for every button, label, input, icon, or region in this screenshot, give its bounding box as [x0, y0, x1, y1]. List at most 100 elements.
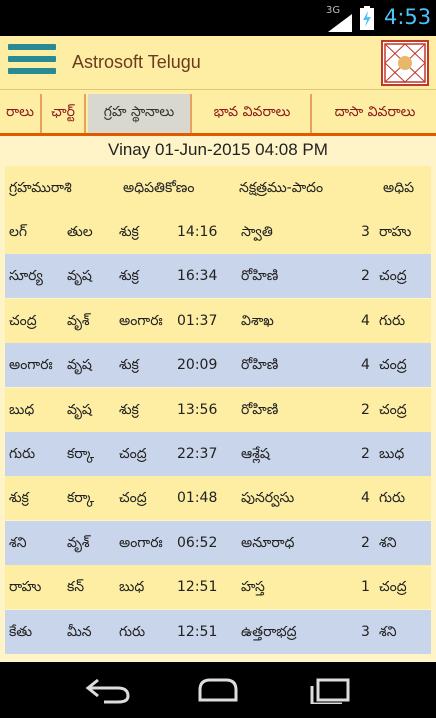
- table-cell: బుధ: [379, 446, 405, 462]
- table-row: అంగారః వృష శుక్ర 20:09 రోహిణి 4 చంద్ర: [5, 343, 431, 387]
- table-cell: ఉత్తరాభద్ర: [241, 624, 297, 640]
- table-cell: అంగారః: [9, 357, 53, 373]
- table-cell: అంగారః: [119, 535, 163, 551]
- home-icon[interactable]: [192, 676, 244, 704]
- recent-apps-icon[interactable]: [306, 676, 354, 704]
- table-cell: శుక్ర: [119, 224, 139, 240]
- tab-bar: రాలు ఛార్ట్ గ్రహ స్థానాలు భావ వివరాలు దా…: [0, 90, 436, 136]
- status-bar: 3G 4:53: [0, 0, 436, 36]
- table-cell: గురు: [119, 624, 146, 640]
- table-cell: 16:34: [177, 268, 218, 284]
- table-cell: వృశ్: [67, 313, 90, 329]
- back-icon[interactable]: [84, 676, 132, 704]
- tab-chart[interactable]: ఛార్ట్: [42, 94, 86, 133]
- table-cell: 20:09: [177, 357, 218, 373]
- planet-positions-panel: Vinay 01-Jun-2015 04:08 PM గ్రహమురాశి అధ…: [0, 136, 436, 662]
- table-row: రాహు కన్ బుధ 12:51 హస్త 1 చంద్ర: [5, 565, 431, 609]
- navigation-bar: [0, 662, 436, 718]
- table-cell: చంద్ర: [119, 446, 147, 462]
- table-cell: 4: [361, 313, 370, 329]
- table-cell: 13:56: [177, 402, 218, 418]
- header-cell: అధిపతికోణం: [123, 180, 195, 196]
- table-cell: 2: [361, 535, 370, 551]
- table-cell: 22:37: [177, 446, 218, 462]
- table-cell: శుక్ర: [119, 268, 139, 284]
- table-cell: సూర్య: [9, 268, 43, 284]
- header-cell: అధిప: [383, 180, 415, 196]
- table-cell: చంద్ర: [119, 490, 147, 506]
- tab-partial[interactable]: రాలు: [0, 94, 42, 133]
- table-cell: అంగారః: [119, 313, 163, 329]
- table-cell: 06:52: [177, 535, 218, 551]
- table-cell: 4: [361, 490, 370, 506]
- table-cell: గురు: [9, 446, 36, 462]
- table-cell: 2: [361, 446, 370, 462]
- table-cell: కర్కా: [67, 490, 95, 506]
- table-cell: చంద్ర: [379, 268, 407, 284]
- table-cell: బుధ: [9, 402, 35, 418]
- table-row: చంద్ర వృశ్ అంగారః 01:37 విశాఖ 4 గురు: [5, 299, 431, 343]
- table-cell: గురు: [379, 313, 406, 329]
- table-cell: తుల: [67, 224, 93, 240]
- table-cell: చంద్ర: [9, 313, 37, 329]
- table-row: లగ్ తుల శుక్ర 14:16 స్వాతి 3 రాహు: [5, 210, 431, 254]
- table-cell: చంద్ర: [379, 402, 407, 418]
- tab-house-details[interactable]: భావ వివరాలు: [194, 94, 312, 133]
- table-cell: కేతు: [9, 624, 33, 640]
- table-cell: 12:51: [177, 624, 218, 640]
- table-row: సూర్య వృష శుక్ర 16:34 రోహిణి 2 చంద్ర: [5, 254, 431, 298]
- table-cell: శుక్ర: [119, 402, 139, 418]
- table-row: గురు కర్కా చంద్ర 22:37 ఆశ్లేష 2 బుధ: [5, 432, 431, 476]
- app-title: Astrosoft Telugu: [72, 52, 201, 72]
- table-cell: హస్త: [241, 579, 265, 595]
- table-cell: రోహిణి: [241, 268, 279, 284]
- table-cell: మీన: [67, 624, 92, 640]
- tab-planet-positions[interactable]: గ్రహ స్థానాలు: [88, 94, 192, 133]
- table-cell: 2: [361, 402, 370, 418]
- table-cell: వృష: [67, 402, 92, 418]
- table-cell: శుక్ర: [9, 490, 29, 506]
- table-cell: 3: [361, 624, 370, 640]
- table-cell: శని: [379, 624, 397, 640]
- table-cell: రోహిణి: [241, 402, 279, 418]
- table-row: బుధ వృష శుక్ర 13:56 రోహిణి 2 చంద్ర: [5, 388, 431, 432]
- table-cell: 4: [361, 357, 370, 373]
- battery-charging-icon: [360, 6, 374, 30]
- table-row: కేతు మీన గురు 12:51 ఉత్తరాభద్ర 3 శని: [5, 610, 431, 654]
- table-cell: స్వాతి: [241, 224, 273, 240]
- table-cell: కర్కా: [67, 446, 95, 462]
- header-cell: నక్షత్రము-పాదం: [239, 180, 324, 196]
- header-cell: గ్రహమురాశి: [9, 180, 72, 196]
- tab-dasa-details[interactable]: దాసా వివరాలు: [314, 94, 436, 133]
- table-row: శుక్ర కర్కా చంద్ర 01:48 పునర్వసు 4 గురు: [5, 476, 431, 520]
- table-row: శని వృశ్ అంగారః 06:52 అనూరాధ 2 శని: [5, 521, 431, 565]
- signal-icon: [328, 14, 352, 32]
- table-cell: 12:51: [177, 579, 218, 595]
- table-cell: లగ్: [9, 224, 28, 240]
- table-cell: వృష: [67, 357, 92, 373]
- table-cell: చంద్ర: [379, 357, 407, 373]
- hamburger-menu-icon[interactable]: [8, 44, 56, 82]
- table-cell: రోహిణి: [241, 357, 279, 373]
- chart-title: Vinay 01-Jun-2015 04:08 PM: [108, 140, 328, 159]
- table-cell: 3: [361, 224, 370, 240]
- table-cell: 01:37: [177, 313, 218, 329]
- table-cell: పునర్వసు: [241, 490, 295, 506]
- table-cell: 01:48: [177, 490, 218, 506]
- table-cell: బుధ: [119, 579, 145, 595]
- table-cell: 2: [361, 268, 370, 284]
- table-cell: వృశ్: [67, 535, 90, 551]
- table-cell: చంద్ర: [379, 579, 407, 595]
- table-cell: అనూరాధ: [241, 535, 295, 551]
- table-cell: 14:16: [177, 224, 218, 240]
- table-cell: శుక్ర: [119, 357, 139, 373]
- table-cell: గురు: [379, 490, 406, 506]
- table-cell: ఆశ్లేష: [241, 446, 270, 462]
- table-cell: శని: [379, 535, 397, 551]
- table-cell: వృష: [67, 268, 92, 284]
- table-cell: రాహు: [379, 224, 412, 240]
- table-cell: 1: [361, 579, 370, 595]
- app-logo-icon: [381, 40, 429, 86]
- clock: 4:53: [384, 5, 432, 29]
- table-cell: కన్: [67, 579, 85, 595]
